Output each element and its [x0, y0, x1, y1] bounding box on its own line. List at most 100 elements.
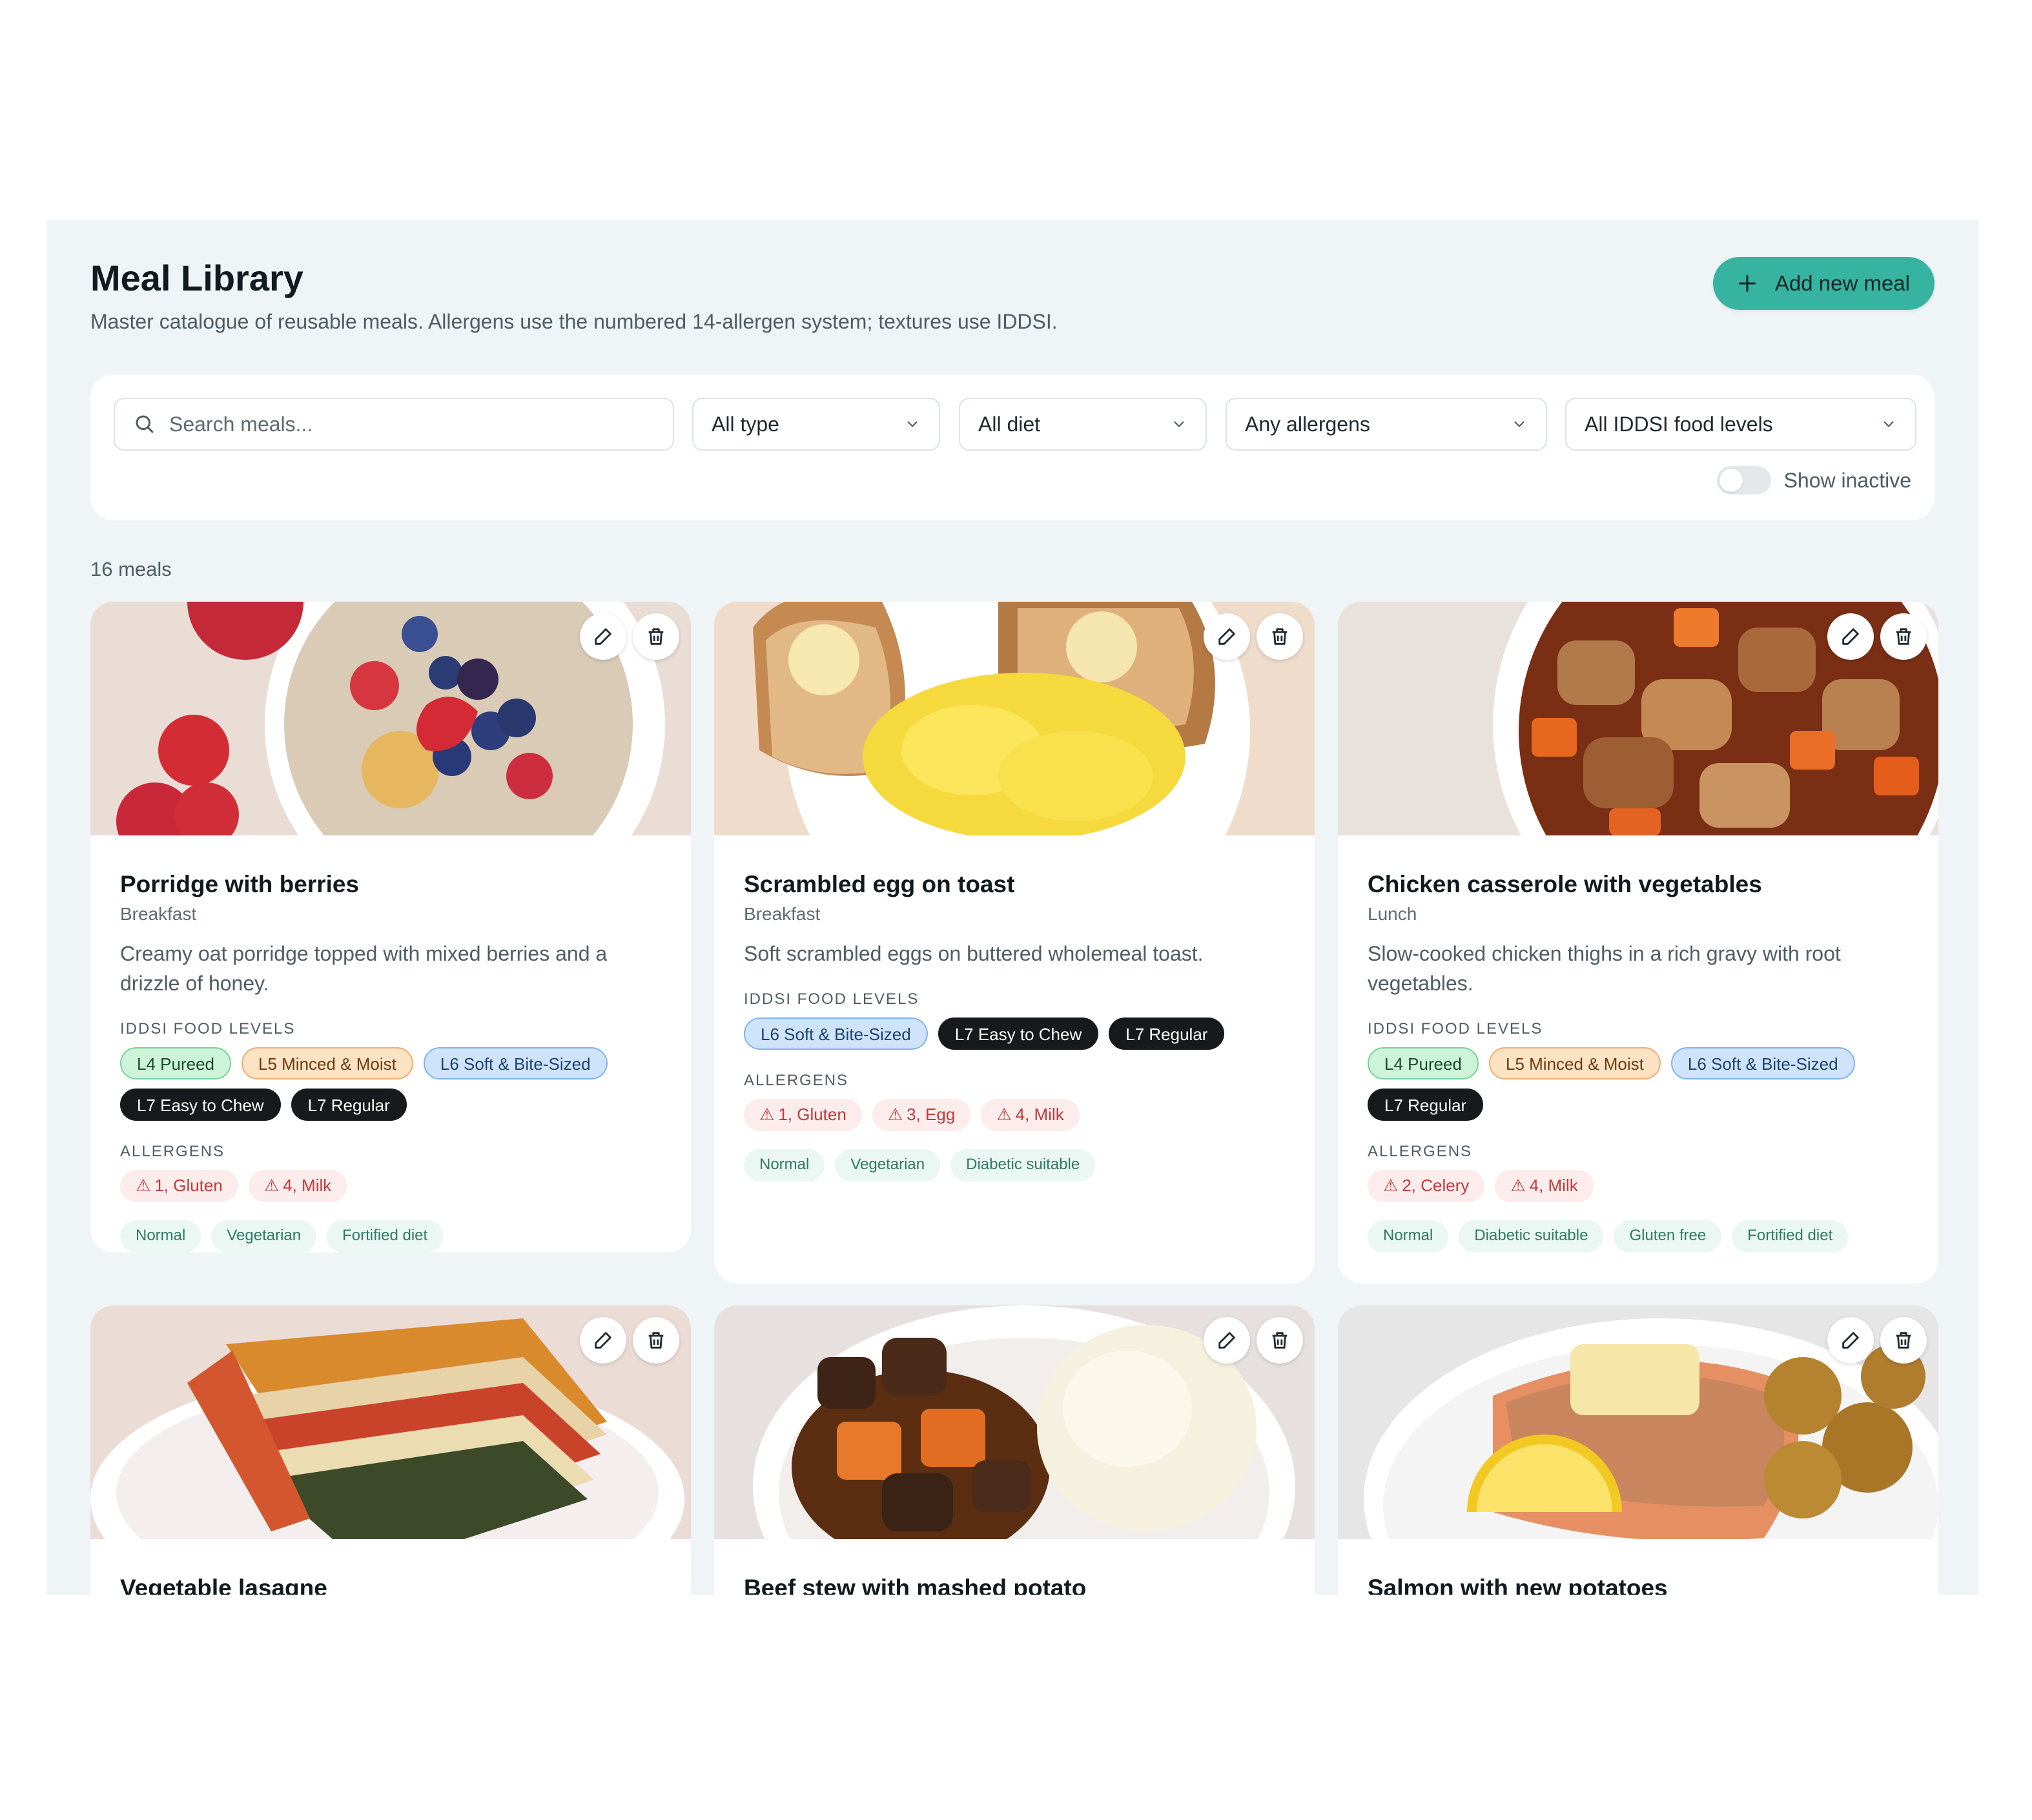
delete-button[interactable] — [1880, 1317, 1927, 1364]
diet-select[interactable]: All diet — [959, 398, 1207, 451]
meal-name: Salmon with new potatoes — [1368, 1575, 1668, 1595]
show-inactive-label: Show inactive — [1783, 468, 1911, 492]
warning-icon: ⚠ — [887, 1105, 903, 1124]
chevron-down-icon — [1883, 421, 1894, 427]
iddsi-chip: L7 Regular — [1368, 1089, 1484, 1121]
iddsi-section-label: IDDSI FOOD LEVELS — [744, 990, 919, 1008]
trash-icon — [1272, 1332, 1288, 1349]
meal-count: 16 meals — [90, 558, 172, 580]
trash-icon — [1272, 628, 1288, 645]
meal-card-beef-stew[interactable]: Beef stew with mashed potato — [714, 1305, 1315, 1595]
edit-button[interactable] — [580, 1317, 626, 1364]
diet-chips: Normal Diabetic suitable Gluten free For… — [1368, 1220, 1909, 1253]
meal-type: Breakfast — [744, 904, 821, 924]
diet-chip: Vegetarian — [211, 1220, 317, 1253]
meal-photo — [1338, 602, 1938, 835]
filter-bar: Search meals... All type All diet Any al… — [90, 374, 1935, 520]
delete-button[interactable] — [1257, 1317, 1303, 1364]
meal-card-salmon[interactable]: Salmon with new potatoes — [1338, 1305, 1938, 1595]
allergen-chip: ⚠ 1, Gluten — [120, 1170, 238, 1202]
diet-chips: Normal Vegetarian Diabetic suitable — [744, 1149, 1285, 1181]
meal-type: Breakfast — [120, 904, 197, 924]
type-select-value: All type — [712, 412, 779, 436]
warning-icon: ⚠ — [263, 1176, 280, 1195]
allergens-section-label: ALLERGENS — [1368, 1143, 1473, 1160]
iddsi-chip: L4 Pureed — [120, 1047, 231, 1079]
delete-button[interactable] — [633, 1317, 679, 1364]
meal-name: Vegetable lasagne — [120, 1575, 327, 1595]
allergens-section-label: ALLERGENS — [120, 1143, 225, 1160]
allergens-select-value: Any allergens — [1245, 412, 1370, 436]
edit-button[interactable] — [1827, 613, 1874, 660]
trash-icon — [648, 628, 664, 645]
add-new-meal-label: Add new meal — [1774, 271, 1910, 295]
diet-chip: Vegetarian — [835, 1149, 941, 1181]
page-title: Meal Library — [90, 258, 303, 298]
search-input[interactable]: Search meals... — [114, 398, 674, 451]
search-icon — [136, 415, 154, 433]
meal-name: Porridge with berries — [120, 871, 360, 897]
edit-button[interactable] — [580, 613, 626, 660]
trash-icon — [1896, 628, 1911, 645]
allergen-chip: ⚠ 4, Milk — [248, 1170, 347, 1202]
meal-description: Soft scrambled eggs on buttered wholemea… — [744, 942, 1204, 965]
allergen-chip: ⚠ 1, Gluten — [744, 1099, 862, 1131]
meal-name: Scrambled egg on toast — [744, 871, 1015, 897]
allergens-section-label: ALLERGENS — [744, 1072, 849, 1089]
meal-description: Creamy oat porridge topped with mixed be… — [120, 942, 608, 995]
iddsi-chip: L4 Pureed — [1368, 1047, 1479, 1079]
allergens-select[interactable]: Any allergens — [1226, 398, 1547, 451]
iddsi-section-label: IDDSI FOOD LEVELS — [1368, 1020, 1543, 1038]
warning-icon: ⚠ — [1383, 1176, 1399, 1195]
delete-button[interactable] — [1257, 613, 1303, 660]
warning-icon: ⚠ — [136, 1176, 151, 1195]
allergen-chips: ⚠ 1, Gluten ⚠ 4, Milk — [120, 1170, 661, 1202]
meal-photo — [90, 1305, 691, 1539]
trash-icon — [1896, 1332, 1911, 1349]
meal-library-panel: Meal Library Master catalogue of reusabl… — [46, 220, 1978, 1595]
meal-type: Lunch — [1368, 904, 1417, 924]
diet-chip: Normal — [120, 1220, 201, 1253]
iddsi-chip: L7 Regular — [1109, 1017, 1225, 1050]
edit-button[interactable] — [1204, 613, 1250, 660]
add-new-meal-button[interactable]: Add new meal — [1712, 257, 1935, 310]
iddsi-section-label: IDDSI FOOD LEVELS — [120, 1020, 296, 1038]
pencil-icon — [595, 1332, 611, 1349]
diet-chip: Fortified diet — [1732, 1220, 1849, 1253]
iddsi-select-value: All IDDSI food levels — [1585, 412, 1773, 436]
meal-card-chicken-casserole[interactable]: Chicken casserole with vegetables Lunch … — [1338, 602, 1938, 1283]
iddsi-select[interactable]: All IDDSI food levels — [1565, 398, 1916, 451]
iddsi-chip: L7 Easy to Chew — [120, 1089, 281, 1121]
chevron-down-icon — [1174, 421, 1184, 427]
delete-button[interactable] — [633, 613, 679, 660]
meal-name: Chicken casserole with vegetables — [1368, 871, 1762, 897]
diet-chip: Diabetic suitable — [950, 1149, 1096, 1181]
meal-card-scrambled-egg[interactable]: Scrambled egg on toast Breakfast Soft sc… — [714, 602, 1315, 1283]
type-select[interactable]: All type — [692, 398, 940, 451]
iddsi-chip: L6 Soft & Bite-Sized — [744, 1017, 928, 1050]
meal-photo — [1338, 1305, 1938, 1539]
allergen-chip: ⚠ 4, Milk — [981, 1099, 1080, 1131]
diet-select-value: All diet — [978, 412, 1041, 436]
edit-button[interactable] — [1827, 1317, 1874, 1364]
toggle-knob — [1719, 469, 1743, 492]
iddsi-chip: L6 Soft & Bite-Sized — [423, 1047, 608, 1079]
pencil-icon — [595, 628, 611, 645]
search-placeholder: Search meals... — [169, 412, 313, 436]
allergen-chips: ⚠ 1, Gluten ⚠ 3, Egg ⚠ 4, Milk — [744, 1099, 1285, 1131]
chevron-down-icon — [907, 421, 918, 427]
meal-photo — [714, 602, 1315, 835]
meal-photo — [714, 1305, 1315, 1539]
meal-card-vegetable-lasagne[interactable]: Vegetable lasagne — [90, 1305, 691, 1595]
diet-chips: Normal Vegetarian Fortified diet — [120, 1220, 661, 1253]
allergen-chip: ⚠ 4, Milk — [1495, 1170, 1594, 1202]
iddsi-chip: L5 Minced & Moist — [1488, 1047, 1661, 1079]
edit-button[interactable] — [1204, 1317, 1250, 1364]
meal-card-porridge[interactable]: Porridge with berries Breakfast Creamy o… — [90, 602, 691, 1253]
warning-icon: ⚠ — [759, 1105, 775, 1124]
delete-button[interactable] — [1880, 613, 1927, 660]
iddsi-chip: L6 Soft & Bite-Sized — [1670, 1047, 1855, 1079]
iddsi-chips: L4 Pureed L5 Minced & Moist L6 Soft & Bi… — [1368, 1047, 1909, 1121]
show-inactive-toggle[interactable] — [1716, 466, 1771, 495]
diet-chip: Gluten free — [1614, 1220, 1722, 1253]
